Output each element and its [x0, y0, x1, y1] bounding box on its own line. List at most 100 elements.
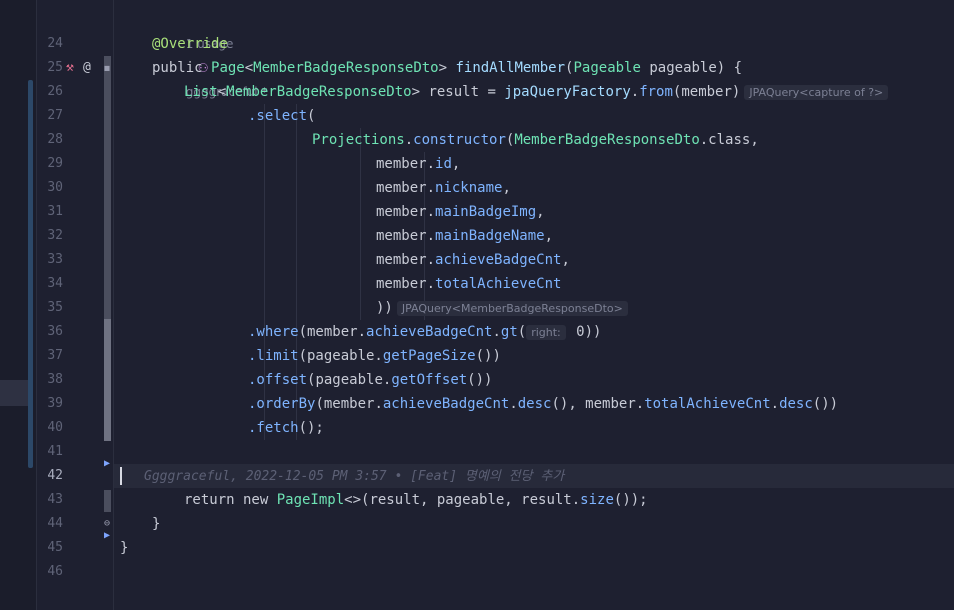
query-factory: jpaQueryFactory [504, 84, 631, 100]
generic-open: < [217, 84, 227, 100]
line-number: 30 [47, 180, 63, 195]
line-number: 44 [47, 516, 63, 531]
paren: ( [307, 108, 316, 124]
scroll-marker [28, 80, 33, 468]
code-line-31: member.mainBadgeImg, [376, 200, 954, 224]
tool-strip-selection[interactable] [0, 380, 28, 406]
comma: , [544, 228, 554, 244]
keyword-return-new: return new [184, 492, 277, 508]
fold-arrow-icon[interactable]: ▶ [104, 459, 112, 469]
line-number: 40 [47, 420, 63, 435]
indent-guide [360, 128, 361, 320]
dot: . [770, 396, 780, 412]
type-dto: MemberBadgeResponseDto [514, 132, 700, 148]
type-inlay-hint: JPAQuery<MemberBadgeResponseDto> [396, 301, 628, 316]
member-ref: member. [376, 156, 436, 172]
code-line-42-current[interactable]: Ggggraceful, 2022-12-05 PM 3:57 • [Feat]… [114, 464, 954, 488]
type-list: List [184, 84, 218, 100]
fold-marker-icon[interactable]: ◼ [104, 64, 112, 74]
vcs-change-bar[interactable] [104, 490, 111, 512]
code-line-28: Projections.constructor(MemberBadgeRespo… [312, 128, 954, 152]
method-get-page-size: getPageSize [382, 348, 476, 364]
class-literal: .class, [699, 132, 759, 148]
statement-end: (); [298, 420, 324, 436]
code-line-37: .limit(pageable.getPageSize()) [248, 344, 954, 368]
method-close-brace: } [152, 516, 161, 532]
usage-inlay: 1 usage ⚇ ggggraceful * [152, 8, 954, 99]
field-achieve-badge-cnt: achieveBadgeCnt [382, 396, 510, 412]
member-ref: (member. [315, 396, 383, 412]
member-ref: member. [376, 252, 436, 268]
line-number: 24 [47, 36, 63, 51]
close-parens: ()) [475, 348, 501, 364]
code-line-38: .offset(pageable.getOffset()) [248, 368, 954, 392]
ctor-args: <>(result, pageable, result. [344, 492, 581, 508]
comma: , [502, 180, 511, 196]
text-caret [120, 467, 122, 485]
code-line-33: member.achieveBadgeCnt, [376, 248, 954, 272]
method-fetch: .fetch [248, 420, 299, 436]
method-gt: gt [500, 324, 518, 340]
code-line-36: .where(member.achieveBadgeCnt.gt(right: … [248, 320, 954, 344]
line-number: 36 [47, 324, 63, 339]
fold-marker-icon[interactable]: ⊖ [104, 519, 112, 529]
line-number: 33 [47, 252, 63, 267]
line-number: 29 [47, 156, 63, 171]
code-line-29: member.id, [376, 152, 954, 176]
type-projections: Projections [312, 132, 405, 148]
args: (member) [672, 84, 741, 100]
method-limit: .limit [248, 348, 299, 364]
method-desc: desc [779, 396, 813, 412]
method-from: from [639, 84, 673, 100]
override-annotation: @Override [152, 36, 228, 52]
close-parens: ()) [812, 396, 839, 412]
line-number: 32 [47, 228, 63, 243]
code-line-43: return new PageImpl<>(result, pageable, … [184, 488, 954, 512]
git-blame-annotation[interactable]: Ggggraceful, 2022-12-05 PM 3:57 • [Feat]… [144, 469, 564, 484]
field-total-achieve-cnt: totalAchieveCnt [435, 276, 562, 292]
fold-arrow-icon[interactable]: ▶ [104, 531, 112, 541]
close-parens: )) [376, 300, 393, 316]
method-size: size [580, 492, 614, 508]
code-line-39: .orderBy(member.achieveBadgeCnt.desc(), … [248, 392, 954, 416]
line-number: 39 [47, 396, 63, 411]
member-ref: member. [376, 276, 436, 292]
line-number: 45 [47, 540, 63, 555]
close-parens: ()) [467, 372, 493, 388]
field-main-badge-img: mainBadgeImg [435, 204, 537, 220]
code-line-35: )) JPAQuery<MemberBadgeResponseDto> [376, 296, 954, 320]
line-number: 28 [47, 132, 63, 147]
code-line-44: } [152, 512, 954, 536]
implement-icon[interactable]: ⚒ [66, 60, 74, 76]
vcs-change-bar[interactable] [104, 56, 111, 441]
code-line-27: .select( [248, 104, 954, 128]
paren: ( [517, 324, 527, 340]
method-constructor: constructor [413, 132, 506, 148]
line-number: 38 [47, 372, 63, 387]
pageable-ref: (pageable. [298, 348, 383, 364]
code-editor[interactable]: 1 usage ⚇ ggggraceful * @Override public… [114, 0, 954, 610]
field-achieve-badge-cnt: achieveBadgeCnt [435, 252, 562, 268]
member-ref: (member. [298, 324, 367, 340]
type-page-impl: PageImpl [276, 492, 345, 508]
field-total-achieve-cnt: totalAchieveCnt [644, 396, 771, 412]
member-ref: member. [376, 180, 436, 196]
assign-text: > result = [411, 84, 505, 100]
line-number: 25 [47, 60, 63, 75]
at-icon[interactable]: @ [83, 60, 91, 76]
code-line-25: public Page<MemberBadgeResponseDto> find… [152, 56, 954, 80]
params-rest: pageable) { [640, 60, 743, 76]
method-offset: .offset [248, 372, 308, 388]
line-number: 43 [47, 492, 63, 507]
method-desc: desc [517, 396, 552, 412]
class-close-brace: } [120, 540, 129, 556]
line-number-current: 42 [47, 468, 63, 483]
tool-window-strip [0, 0, 37, 610]
statement-end: ()); [613, 492, 648, 508]
comma: , [536, 204, 545, 220]
method-get-offset: getOffset [391, 372, 468, 388]
method-name: findAllMember [455, 60, 566, 76]
code-line-45: } [120, 536, 954, 560]
code-line-30: member.nickname, [376, 176, 954, 200]
code-line-40: .fetch(); [248, 416, 954, 440]
